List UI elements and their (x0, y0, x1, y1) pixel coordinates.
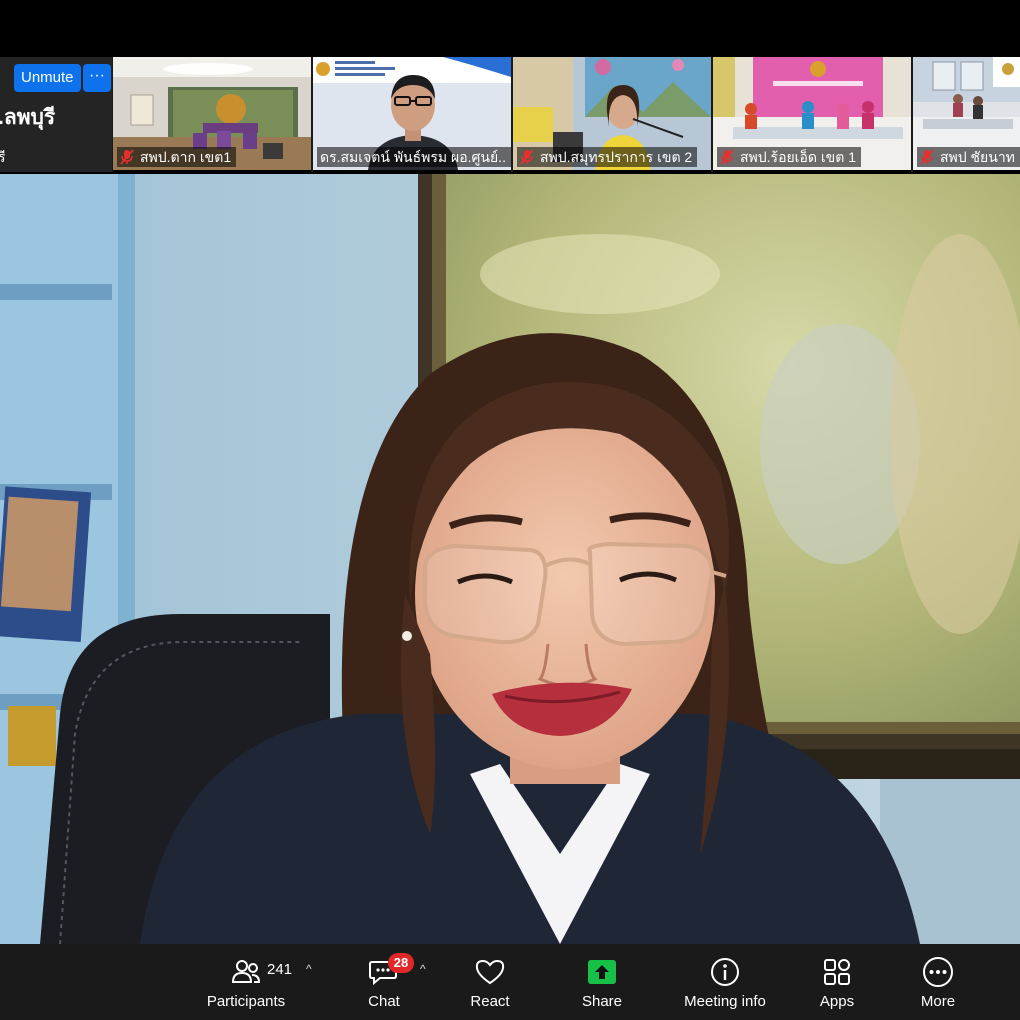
speaker-video-frame (0, 174, 1020, 944)
tile-name-text: สพป ชัยนาท (940, 149, 1015, 165)
share-label: Share (581, 993, 623, 1010)
chat-unread-badge: 28 (388, 953, 414, 973)
window-top-black-bar (0, 0, 1020, 57)
react-button[interactable]: React (458, 944, 522, 1020)
apps-icon (824, 959, 850, 985)
chat-label: Chat (368, 993, 400, 1010)
tile-name-label: ดร.สมเจตน์ พันธ์พรม ผอ.ศูนย์.. (317, 147, 511, 167)
tile-name-label: สพป ชัยนาท (917, 147, 1020, 167)
video-tile-samutprakan-2[interactable]: สพป.สมุทรปราการ เขต 2 (513, 57, 711, 172)
video-tile-tak-1[interactable]: สพป.ตาก เขต1 (113, 57, 311, 172)
participants-count: 241 (267, 961, 293, 978)
self-tile-name: .ลพบุรี (0, 106, 56, 129)
tile-more-button[interactable]: ··· (83, 64, 111, 92)
tile-name-text: สพป.ตาก เขต1 (140, 149, 232, 165)
mic-off-icon (520, 149, 534, 165)
participants-icon (231, 960, 261, 983)
heart-icon (475, 959, 505, 985)
participants-button[interactable]: 241 Participants (200, 944, 292, 1020)
tile-name-label: สพป.สมุทรปราการ เขต 2 (517, 147, 698, 167)
meeting-info-label: Meeting info (684, 993, 766, 1010)
info-icon (711, 958, 739, 986)
mic-off-icon (120, 149, 134, 165)
participant-thumbnail-strip: Unmute ··· .ลพบุรี รี สพป.ตาก เขต1 ดร.สม… (0, 57, 1020, 172)
video-tile-speaker-2[interactable]: ดร.สมเจตน์ พันธ์พรม ผอ.ศูนย์.. (313, 57, 511, 172)
caret-up-icon[interactable]: ^ (420, 962, 426, 976)
react-label: React (470, 993, 510, 1010)
self-video-tile[interactable]: Unmute ··· .ลพบุรี รี (0, 57, 112, 172)
chat-button[interactable]: 28 Chat (352, 944, 416, 1020)
tile-name-text: สพป.ร้อยเอ็ด เขต 1 (740, 149, 856, 165)
more-label: More (920, 993, 956, 1010)
video-tile-roiet-1[interactable]: สพป.ร้อยเอ็ด เขต 1 (713, 57, 911, 172)
share-button[interactable]: Share (570, 944, 634, 1020)
tile-name-text: ดร.สมเจตน์ พันธ์พรม ผอ.ศูนย์.. (320, 149, 506, 165)
tile-name-label: สพป.ตาก เขต1 (117, 147, 237, 167)
apps-button[interactable]: Apps (805, 944, 869, 1020)
tile-name-label: สพป.ร้อยเอ็ด เขต 1 (717, 147, 861, 167)
meeting-info-button[interactable]: Meeting info (675, 944, 775, 1020)
share-arrow-icon (588, 960, 616, 984)
mic-off-icon (720, 149, 734, 165)
tile-name-text: สพป.สมุทรปราการ เขต 2 (540, 149, 693, 165)
active-speaker-video[interactable] (0, 174, 1020, 944)
mic-off-icon (920, 149, 934, 165)
self-tile-subtext: รี (0, 149, 6, 165)
meeting-toolbar: 241 Participants ^ 28 Chat ^ React Share (0, 944, 1020, 1020)
unmute-button[interactable]: Unmute (14, 64, 81, 92)
video-tile-chainat[interactable]: สพป ชัยนาท (913, 57, 1020, 172)
more-dots-icon (923, 957, 953, 987)
more-button[interactable]: More (906, 944, 970, 1020)
apps-label: Apps (819, 993, 855, 1010)
participants-label: Participants (206, 993, 286, 1010)
caret-up-icon[interactable]: ^ (306, 962, 312, 976)
